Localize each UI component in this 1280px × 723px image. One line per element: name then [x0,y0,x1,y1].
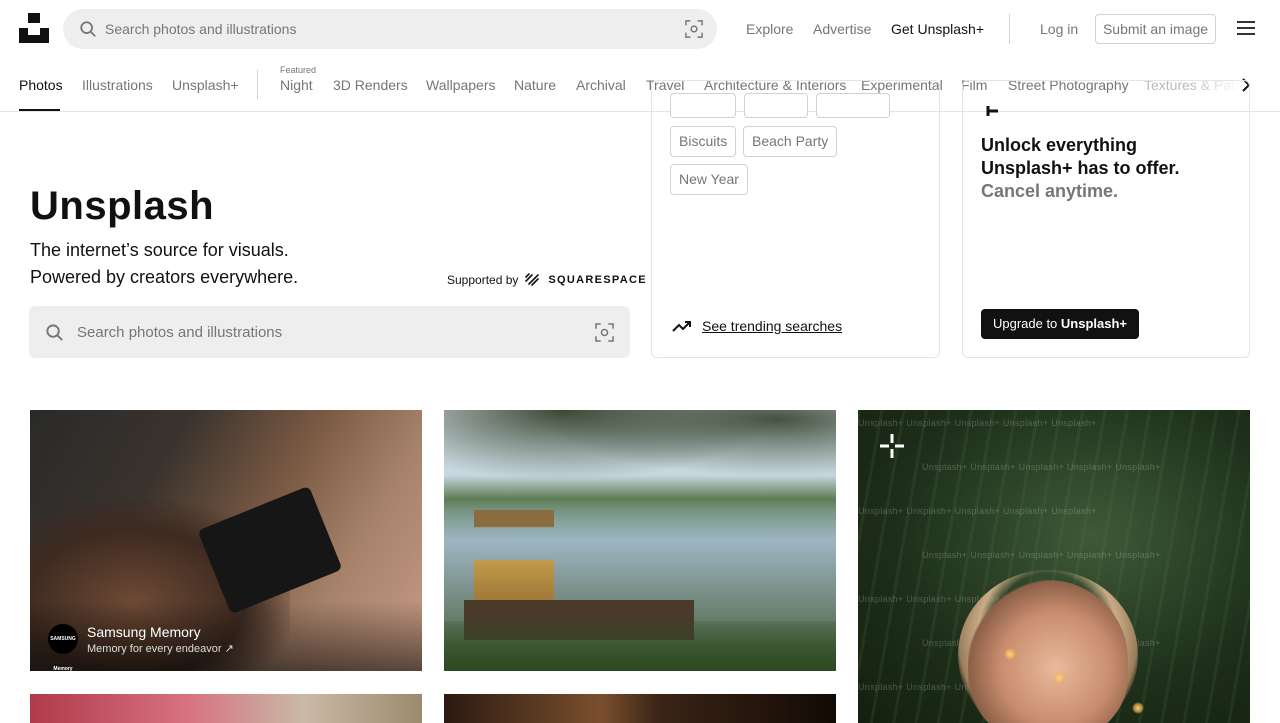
photo-content [1053,672,1065,684]
upgrade-button[interactable]: Upgrade to Unsplash+ [981,309,1139,339]
tab-photos[interactable]: Photos [19,77,63,93]
watermark-row: Unsplash+ Unsplash+ Unsplash+ Unsplash+ … [922,462,1161,472]
photo-card-flowers[interactable] [30,694,422,723]
hero-subtitle-line1: The internet’s source for visuals. [30,240,289,260]
trending-up-icon [672,321,691,332]
photo-content [444,410,836,500]
photo-card-sponsored[interactable]: SAMSUNG Memory Samsung Memory Memory for… [30,410,422,671]
watermark-row: Unsplash+ Unsplash+ Unsplash+ Unsplash+ … [922,550,1161,560]
search-icon[interactable] [79,20,97,38]
header-divider [1009,14,1010,44]
tab-night[interactable]: Night [280,77,313,93]
trending-chip[interactable]: Beach Party [743,126,838,157]
trending-chip[interactable]: Biscuits [670,126,737,157]
photo-card-lake[interactable] [444,410,836,671]
hero-subtitle-line2: Powered by creators everywhere. [30,267,299,287]
trending-chip-partial[interactable] [744,93,808,118]
visual-search-icon[interactable] [595,323,614,342]
tab-archival[interactable]: Archival [576,77,626,93]
trending-chip-partial[interactable] [816,93,890,118]
tab-nature[interactable]: Nature [514,77,556,93]
sponsor-credit[interactable]: Supported by SQUARESPACE [447,273,647,287]
sponsor-avatar[interactable]: SAMSUNG Memory [48,624,78,671]
tab-wallpapers[interactable]: Wallpapers [426,77,496,93]
watermark-row: Unsplash+ Unsplash+ Unsplash+ Unsplash+ … [858,418,1097,428]
logo-shape-bottom [19,28,49,43]
photo-card-portrait-plus[interactable]: Unsplash+ Unsplash+ Unsplash+ Unsplash+ … [858,410,1250,723]
logo-shape-top [28,13,40,23]
hero-search-placeholder[interactable]: Search photos and illustrations [77,324,282,341]
featured-label: Featured [280,65,317,75]
hero-title: Unsplash [30,184,215,228]
trending-chip[interactable]: New Year [670,164,748,195]
hero-search-bar[interactable]: Search photos and illustrations [29,306,630,358]
nav-explore[interactable]: Explore [746,21,793,37]
unsplash-plus-badge-icon [880,434,904,458]
plus-headline-line2: Unsplash+ has to offer. [981,158,1180,178]
nav-get-unsplash-plus[interactable]: Get Unsplash+ [891,21,984,37]
hamburger-menu-icon[interactable] [1237,21,1255,35]
search-icon[interactable] [45,323,64,342]
nav-login[interactable]: Log in [1040,21,1078,37]
submit-image-button[interactable]: Submit an image [1095,14,1216,44]
trending-chip-partial[interactable] [670,93,736,118]
see-trending-text[interactable]: See trending searches [702,318,842,334]
visual-search-icon[interactable] [685,20,703,38]
header-search-bar[interactable]: Search photos and illustrations [63,9,717,49]
tab-illustrations[interactable]: Illustrations [82,77,153,93]
sponsor-tagline[interactable]: Memory for every endeavor ↗ [87,642,234,655]
header-search-placeholder[interactable]: Search photos and illustrations [105,21,296,37]
upgrade-button-brand: Unsplash+ [1060,316,1128,331]
trending-card [651,80,940,358]
sponsor-name: SQUARESPACE [548,274,647,286]
photo-content [1004,648,1016,660]
photo-content [444,621,836,671]
photo-content [1132,702,1144,714]
tab-3d-renders[interactable]: 3D Renders [333,77,408,93]
sponsor-brand-name[interactable]: Samsung Memory [87,624,201,640]
plus-logo-partial-icon [986,106,998,116]
upgrade-button-prefix: Upgrade to [992,316,1061,331]
see-trending-link[interactable]: See trending searches [672,318,842,334]
supported-by-label: Supported by [447,273,519,287]
watermark-row: Unsplash+ Unsplash+ Unsplash+ Unsplash+ … [858,506,1097,516]
unsplash-logo[interactable] [19,13,49,43]
plus-headline-line3: Cancel anytime. [981,181,1119,201]
photo-card-dark[interactable] [444,694,836,723]
top-header: Search photos and illustrations Explore … [0,0,1280,58]
squarespace-logo-icon [525,273,540,286]
tab-unsplash-plus[interactable]: Unsplash+ [172,77,239,93]
nav-advertise[interactable]: Advertise [813,21,871,37]
tabs-divider [257,70,258,99]
active-tab-indicator [19,109,60,111]
plus-headline-line1: Unlock everything [981,135,1138,155]
